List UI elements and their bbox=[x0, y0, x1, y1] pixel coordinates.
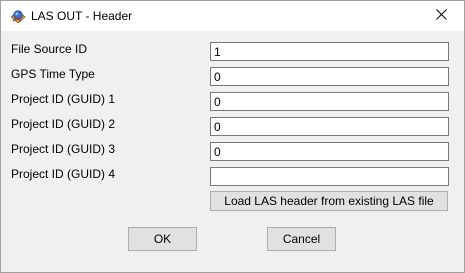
project-id-2-input[interactable] bbox=[210, 117, 449, 136]
project-id-4-input[interactable] bbox=[210, 167, 449, 186]
project-id-4-label: Project ID (GUID) 4 bbox=[11, 167, 116, 181]
gps-time-type-label: GPS Time Type bbox=[11, 67, 95, 81]
file-source-id-input[interactable] bbox=[210, 42, 449, 61]
window-title: LAS OUT - Header bbox=[31, 9, 133, 23]
title-bar[interactable]: LAS OUT - Header bbox=[1, 1, 464, 31]
close-button[interactable] bbox=[419, 1, 464, 31]
close-icon bbox=[436, 9, 447, 23]
app-icon bbox=[9, 7, 27, 25]
project-id-2-label: Project ID (GUID) 2 bbox=[11, 117, 116, 131]
load-las-header-button[interactable]: Load LAS header from existing LAS file bbox=[210, 191, 448, 211]
project-id-3-input[interactable] bbox=[210, 142, 449, 161]
ok-button[interactable]: OK bbox=[128, 227, 197, 251]
file-source-id-label: File Source ID bbox=[11, 42, 88, 56]
project-id-3-label: Project ID (GUID) 3 bbox=[11, 142, 116, 156]
gps-time-type-input[interactable] bbox=[210, 67, 449, 86]
project-id-1-label: Project ID (GUID) 1 bbox=[11, 92, 116, 106]
dialog-window: LAS OUT - Header File Source ID GPS Time… bbox=[0, 0, 465, 273]
project-id-1-input[interactable] bbox=[210, 92, 449, 111]
cancel-button[interactable]: Cancel bbox=[267, 227, 336, 251]
